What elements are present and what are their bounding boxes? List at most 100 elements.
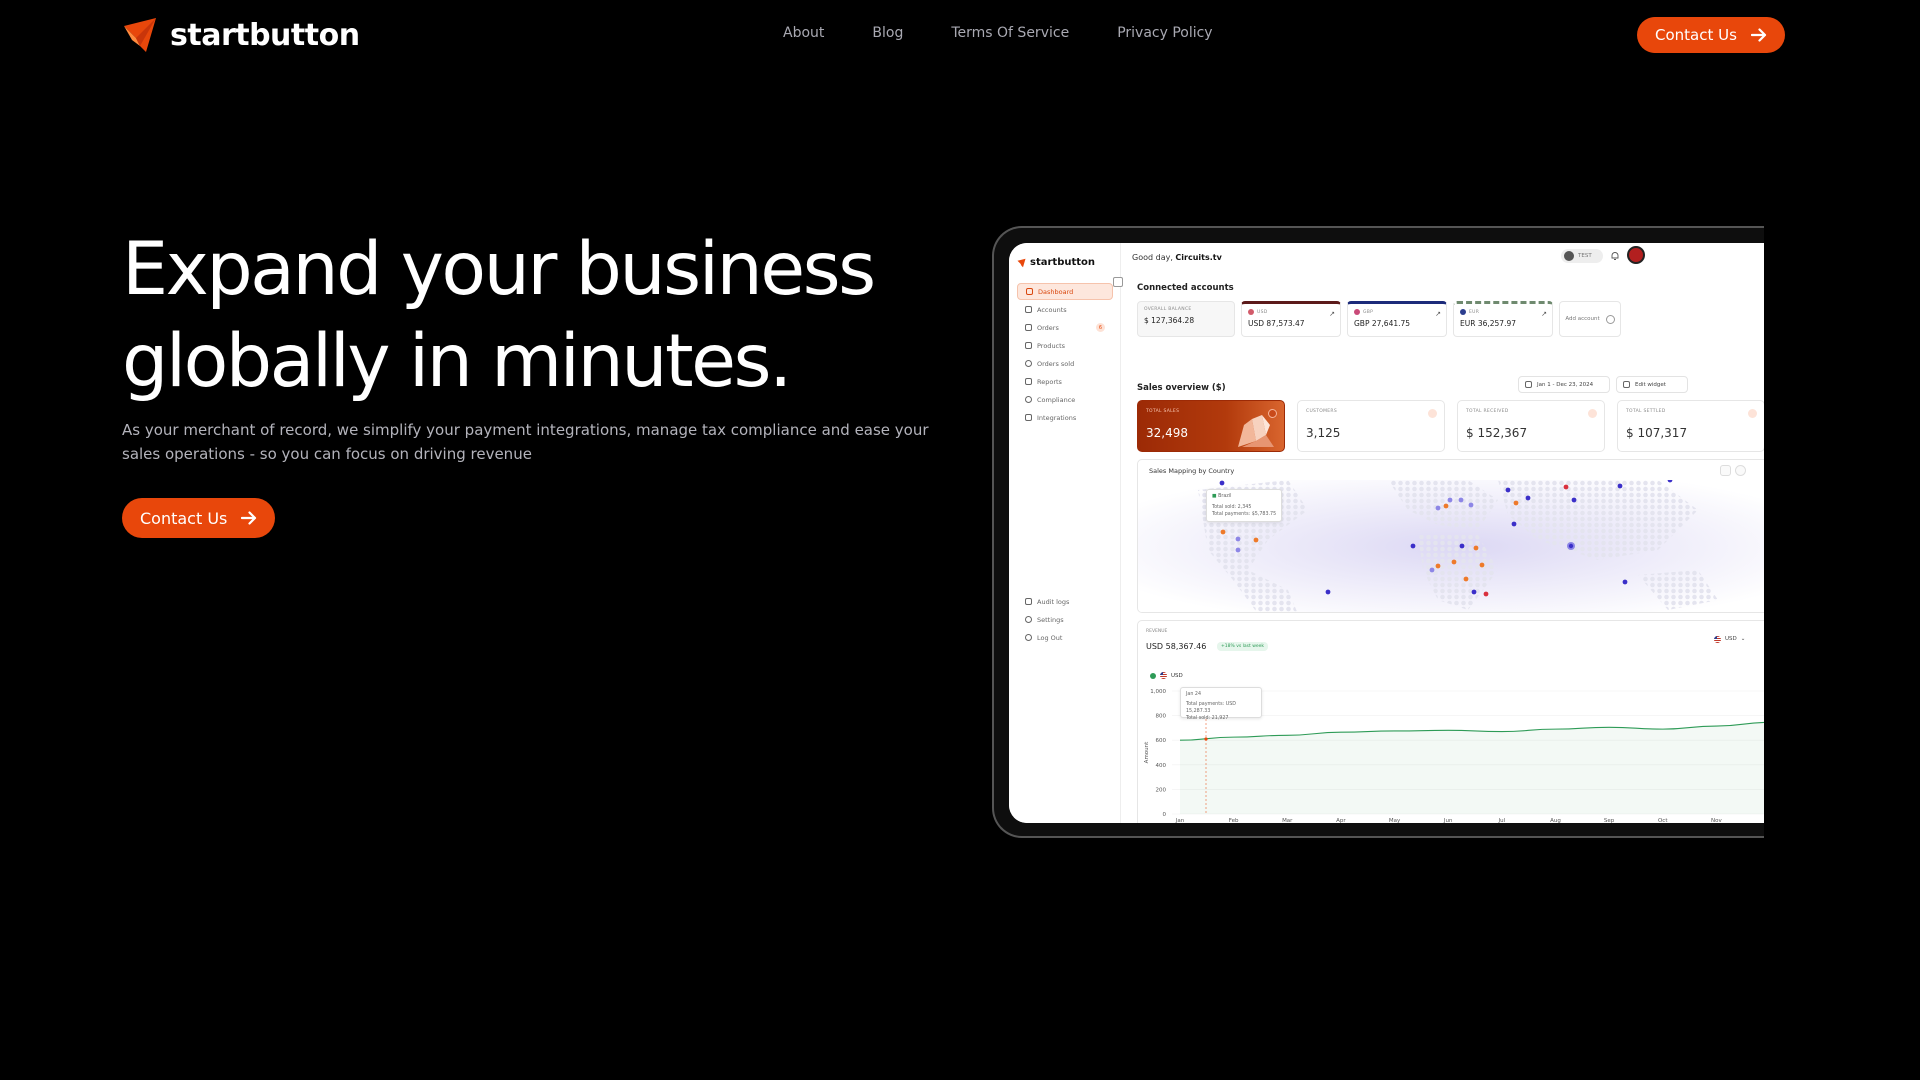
revenue-label: REVENUE (1146, 629, 1168, 634)
arrow-up-right-icon[interactable]: ↗ (1329, 310, 1335, 318)
hero-contact-label: Contact Us (140, 508, 228, 528)
dashboard-screen: startbutton Dashboard Accounts Orders 6 … (1009, 243, 1764, 823)
sidebar-item-products[interactable]: Products (1017, 337, 1113, 354)
x-tick-label: Jun (1443, 818, 1453, 823)
sidebar-item-orders-sold[interactable]: Orders sold (1017, 355, 1113, 372)
account-card-overall[interactable]: OVERALL BALANCE $ 127,364.28 (1137, 301, 1235, 337)
test-mode-label: TEST (1578, 253, 1592, 259)
kpi-customers[interactable]: CUSTOMERS 3,125 (1297, 400, 1445, 452)
nav-link-about[interactable]: About (783, 25, 824, 41)
sidebar-item-orders[interactable]: Orders 6 (1017, 319, 1113, 336)
orders-badge: 6 (1096, 323, 1105, 332)
revenue-change-text: +18% vs last week (1221, 644, 1265, 649)
sales-map-card: Sales Mapping by Country ■ Brazil Total … (1137, 459, 1764, 613)
sidebar-item-reports[interactable]: Reports (1017, 373, 1113, 390)
y-tick-label: 1,000 (1150, 689, 1166, 695)
x-tick-label: Oct (1658, 818, 1668, 823)
sidebar-item-label: Products (1037, 341, 1066, 350)
add-account-button[interactable]: Add account (1559, 301, 1621, 337)
startbutton-logo-icon (124, 18, 156, 52)
test-mode-toggle[interactable]: TEST (1561, 249, 1603, 263)
us-flag-icon (1248, 309, 1254, 315)
sidebar-item-label: Dashboard (1038, 287, 1074, 296)
sidebar-collapse-icon[interactable] (1113, 277, 1123, 287)
x-tick-label: Mar (1282, 818, 1293, 823)
toggle-knob (1564, 251, 1574, 261)
nav-contact-button[interactable]: Contact Us (1637, 17, 1785, 53)
sidebar-item-dashboard[interactable]: Dashboard (1017, 283, 1113, 300)
account-card-eur[interactable]: EUR EUR 36,257.97 ↗ (1453, 301, 1553, 337)
account-label: EUR (1469, 309, 1480, 315)
sidebar-item-integrations[interactable]: Integrations (1017, 409, 1113, 426)
nav-link-terms[interactable]: Terms Of Service (951, 25, 1069, 41)
account-label-row: GBP (1354, 309, 1440, 315)
kpi-value: 3,125 (1306, 426, 1341, 440)
y-tick-label: 0 (1163, 812, 1167, 818)
kpi-total-settled[interactable]: TOTAL SETTLED $ 107,317 (1617, 400, 1764, 452)
greeting-prefix: Good day, (1132, 253, 1173, 262)
hero-title-line-1: Expand your business (122, 227, 876, 312)
edit-icon (1623, 381, 1630, 388)
kpi-total-received[interactable]: TOTAL RECEIVED $ 152,367 (1457, 400, 1605, 452)
map-tooltip-country: Brazil (1218, 494, 1232, 499)
list-view-icon[interactable] (1720, 465, 1731, 476)
plus-circle-icon (1605, 314, 1615, 324)
globe-icon[interactable] (1735, 465, 1746, 476)
check-circle-icon (1025, 360, 1032, 367)
edit-widget-button[interactable]: Edit widget (1616, 376, 1688, 393)
account-card-usd[interactable]: USD USD 87,573.47 ↗ (1241, 301, 1341, 337)
greeting: Good day, Circuits.tv (1132, 253, 1222, 262)
account-value: $ 127,364.28 (1144, 316, 1195, 325)
map-tooltip: ■ Brazil Total sold: 2,345 Total payment… (1206, 489, 1283, 522)
sidebar-item-logout[interactable]: Log Out (1017, 629, 1113, 646)
legend-label: USD (1171, 672, 1183, 679)
arrow-up-right-icon[interactable]: ↗ (1541, 310, 1547, 318)
map-tooltip-line-2: Total payments: $5,783.75 (1212, 512, 1277, 517)
brand-logo[interactable]: startbutton (122, 16, 360, 54)
currency-select[interactable]: USD ⌄ (1714, 632, 1758, 646)
sidebar-item-audit-logs[interactable]: Audit logs (1017, 593, 1113, 610)
gear-icon (1025, 616, 1032, 623)
currency-select-value: USD (1725, 636, 1737, 642)
sidebar-item-label: Compliance (1037, 395, 1076, 404)
bell-icon[interactable] (1610, 251, 1620, 261)
hover-point (1204, 737, 1208, 741)
sidebar-item-settings[interactable]: Settings (1017, 611, 1113, 628)
hero-subtitle: As your merchant of record, we simplify … (122, 421, 929, 463)
hero-contact-button[interactable]: Contact Us (122, 498, 276, 538)
account-card-gbp[interactable]: GBP GBP 27,641.75 ↗ (1347, 301, 1447, 337)
sidebar-item-label: Settings (1037, 615, 1064, 624)
sidebar-item-label: Orders sold (1037, 359, 1075, 368)
y-axis-label: Amount (1144, 741, 1150, 763)
calendar-icon (1525, 381, 1532, 388)
revenue-tooltip: Jan 24 Total payments: USD 15,287.33 Tot… (1180, 687, 1262, 721)
top-nav: startbutton About Blog Terms Of Service … (0, 0, 1905, 70)
nav-link-privacy[interactable]: Privacy Policy (1117, 25, 1212, 41)
sidebar-item-accounts[interactable]: Accounts (1017, 301, 1113, 318)
kpi-total-sales[interactable]: TOTAL SALES 32,498 (1137, 400, 1285, 452)
map-tooltip-line-1: Total sold: 2,345 (1212, 505, 1252, 510)
date-range-picker[interactable]: Jan 1 - Dec 23, 2024 (1518, 376, 1610, 393)
chart-legend: USD (1150, 672, 1183, 679)
account-label: OVERALL BALANCE (1144, 307, 1192, 312)
list-icon (1025, 598, 1032, 605)
wallet-icon (1025, 306, 1032, 313)
sales-overview-title: Sales overview ($) (1137, 383, 1226, 393)
y-tick-label: 400 (1156, 763, 1167, 769)
dashboard-logo-text: startbutton (1030, 257, 1096, 268)
sidebar-item-label: Accounts (1037, 305, 1067, 314)
sidebar-item-label: Log Out (1037, 633, 1063, 642)
kpi-label: CUSTOMERS (1306, 409, 1337, 414)
chevron-down-icon: ⌄ (1740, 636, 1746, 642)
revenue-card: REVENUE USD 58,367.46 +18% vs last week … (1137, 620, 1764, 823)
account-value: EUR 36,257.97 (1460, 319, 1516, 328)
arrow-up-right-icon[interactable]: ↗ (1435, 310, 1441, 318)
eu-flag-icon (1460, 309, 1466, 315)
account-value: USD 87,573.47 (1248, 319, 1305, 328)
greeting-name: Circuits.tv (1175, 253, 1222, 262)
kpi-icon (1748, 409, 1757, 418)
tablet-mockup: startbutton Dashboard Accounts Orders 6 … (992, 226, 1764, 838)
avatar[interactable] (1627, 246, 1645, 264)
nav-link-blog[interactable]: Blog (872, 25, 903, 41)
sidebar-item-compliance[interactable]: Compliance (1017, 391, 1113, 408)
